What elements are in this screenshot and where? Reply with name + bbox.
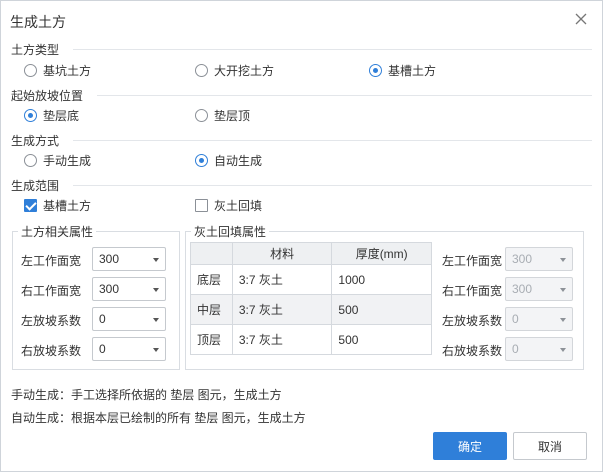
radio-dot [195, 154, 208, 167]
slope-start-label: 起始放坡位置 [11, 89, 84, 103]
right-slope-factor-select[interactable]: 0 [92, 337, 166, 361]
material-cell[interactable]: 3:7 灰土 [231, 324, 333, 355]
caret-down-icon [153, 318, 159, 322]
layer-name-cell: 顶层 [190, 324, 233, 355]
auto-generate-note: 自动生成：根据本层已绘制的所有 垫层 图元，生成土方 [11, 411, 306, 425]
table-header-cell: 厚度(mm) [331, 242, 432, 265]
divider [73, 49, 592, 50]
caret-down-icon [560, 318, 566, 322]
right-slope-factor-label: 右放坡系数 [21, 344, 82, 358]
cancel-button[interactable]: 取消 [513, 432, 587, 460]
radio-manual-generate[interactable]: 手动生成 [24, 152, 91, 169]
radio-label: 基槽土方 [388, 64, 437, 78]
radio-auto-generate[interactable]: 自动生成 [195, 152, 262, 169]
caret-down-icon [560, 288, 566, 292]
radio-label: 垫层底 [43, 109, 80, 123]
select-value: 300 [512, 252, 533, 266]
fill-props-title: 灰土回填属性 [191, 223, 270, 240]
left-slope-factor-select[interactable]: 0 [92, 307, 166, 331]
table-row[interactable]: 中层 3:7 灰土 500 [190, 294, 432, 325]
scope-label: 生成范围 [11, 179, 60, 193]
select-value: 300 [99, 252, 120, 266]
select-value: 0 [99, 342, 106, 356]
ok-button[interactable]: 确定 [433, 432, 507, 460]
select-value: 300 [99, 282, 120, 296]
generate-earthwork-dialog: 生成土方 土方类型 基坑土方 大开挖土方 基槽土方 起始放坡位置 垫层底 垫层顶… [0, 0, 603, 472]
caret-down-icon [560, 348, 566, 352]
thickness-cell[interactable]: 500 [331, 324, 432, 355]
radio-label: 大开挖土方 [214, 64, 275, 78]
fill-right-work-width-select: 300 [505, 277, 573, 301]
checkbox-trench-earthwork[interactable]: 基槽土方 [24, 197, 91, 214]
dialog-title: 生成土方 [10, 14, 66, 30]
radio-label: 自动生成 [214, 154, 263, 168]
close-icon[interactable] [574, 12, 588, 26]
caret-down-icon [153, 258, 159, 262]
radio-dot [24, 109, 37, 122]
radio-open-excavation[interactable]: 大开挖土方 [195, 62, 274, 79]
radio-dot [24, 154, 37, 167]
radio-cushion-bottom[interactable]: 垫层底 [24, 107, 79, 124]
table-header-cell: 材料 [231, 242, 333, 265]
radio-dot [24, 64, 37, 77]
divider [73, 140, 592, 141]
radio-trench[interactable]: 基槽土方 [369, 62, 436, 79]
earth-props-title: 土方相关属性 [18, 223, 97, 240]
left-slope-factor-label: 左放坡系数 [21, 314, 82, 328]
table-header-row: 材料 厚度(mm) [190, 242, 432, 265]
fill-left-slope-factor-label: 左放坡系数 [442, 314, 503, 328]
backfill-layers-table: 材料 厚度(mm) 底层 3:7 灰土 1000 中层 3:7 灰土 500 顶… [190, 242, 432, 355]
thickness-cell[interactable]: 500 [331, 294, 432, 325]
select-value: 300 [512, 282, 533, 296]
layer-name-cell: 中层 [190, 294, 233, 325]
select-value: 0 [512, 312, 519, 326]
radio-dot [369, 64, 382, 77]
material-cell[interactable]: 3:7 灰土 [231, 294, 333, 325]
select-value: 0 [512, 342, 519, 356]
table-row[interactable]: 底层 3:7 灰土 1000 [190, 264, 432, 295]
caret-down-icon [560, 258, 566, 262]
select-value: 0 [99, 312, 106, 326]
radio-label: 手动生成 [43, 154, 92, 168]
fill-left-work-width-label: 左工作面宽 [442, 254, 503, 268]
material-cell[interactable]: 3:7 灰土 [231, 264, 333, 295]
right-work-width-label: 右工作面宽 [21, 284, 82, 298]
left-work-width-select[interactable]: 300 [92, 247, 166, 271]
right-work-width-select[interactable]: 300 [92, 277, 166, 301]
radio-dot [195, 109, 208, 122]
checkbox-box [24, 199, 37, 212]
table-header-cell [190, 242, 233, 265]
radio-cushion-top[interactable]: 垫层顶 [195, 107, 250, 124]
checkbox-label: 基槽土方 [43, 199, 92, 213]
checkbox-box [195, 199, 208, 212]
caret-down-icon [153, 288, 159, 292]
fill-left-slope-factor-select: 0 [505, 307, 573, 331]
checkbox-label: 灰土回填 [214, 199, 263, 213]
fill-right-slope-factor-select: 0 [505, 337, 573, 361]
fill-left-work-width-select: 300 [505, 247, 573, 271]
fill-right-slope-factor-label: 右放坡系数 [442, 344, 503, 358]
divider [97, 95, 592, 96]
checkbox-lime-soil-backfill[interactable]: 灰土回填 [195, 197, 262, 214]
radio-dot [195, 64, 208, 77]
radio-label: 垫层顶 [214, 109, 251, 123]
generate-mode-label: 生成方式 [11, 134, 60, 148]
table-row[interactable]: 顶层 3:7 灰土 500 [190, 324, 432, 355]
divider [73, 185, 592, 186]
thickness-cell[interactable]: 1000 [331, 264, 432, 295]
earthwork-type-label: 土方类型 [11, 43, 60, 57]
caret-down-icon [153, 348, 159, 352]
manual-generate-note: 手动生成：手工选择所依据的 垫层 图元，生成土方 [11, 388, 282, 402]
radio-foundation-pit[interactable]: 基坑土方 [24, 62, 91, 79]
fill-right-work-width-label: 右工作面宽 [442, 284, 503, 298]
left-work-width-label: 左工作面宽 [21, 254, 82, 268]
radio-label: 基坑土方 [43, 64, 92, 78]
layer-name-cell: 底层 [190, 264, 233, 295]
